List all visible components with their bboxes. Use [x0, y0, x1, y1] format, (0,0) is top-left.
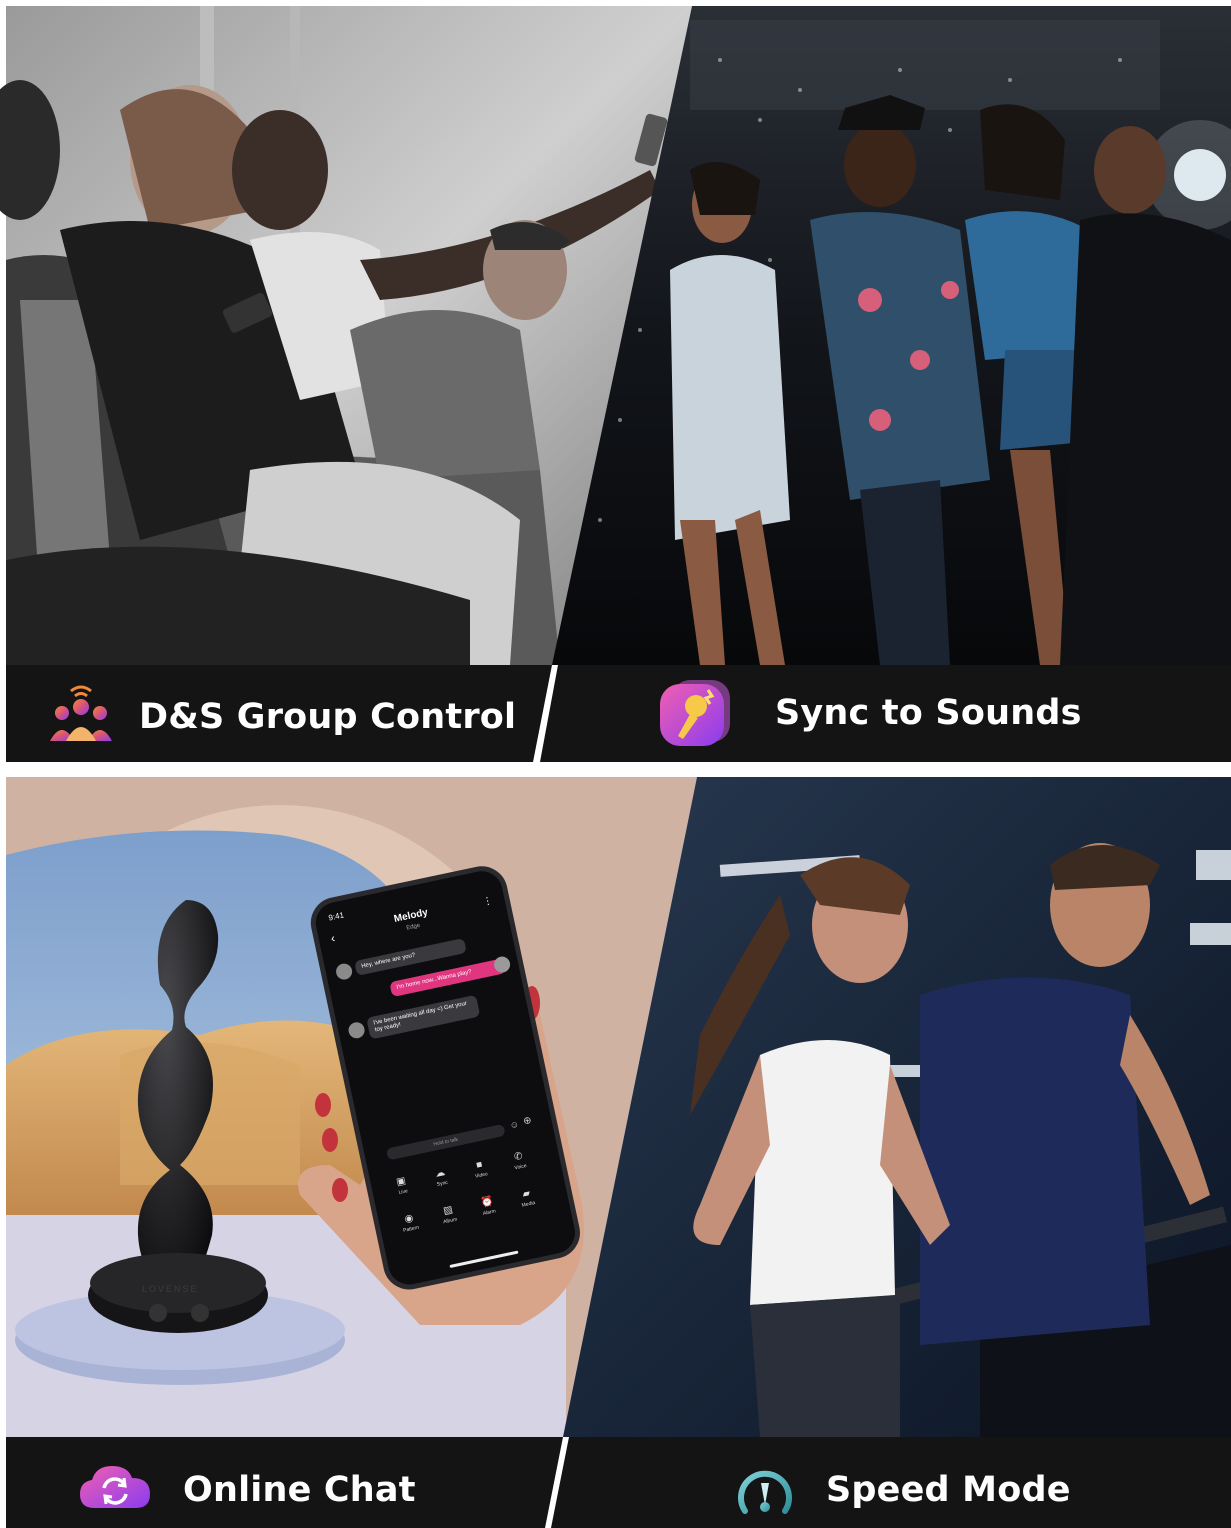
plus-icon[interactable]: ⊕ — [522, 1115, 532, 1128]
home-indicator — [449, 1250, 519, 1269]
chat-input[interactable]: Hold to talk — [385, 1123, 506, 1161]
photo-device-and-gym — [6, 777, 1231, 1437]
chat-action-video[interactable]: ■ Video — [461, 1156, 500, 1182]
panel-label-group-control: D&S Group Control — [139, 697, 517, 737]
status-bar-time: 9:41 — [327, 910, 345, 923]
chat-action-voice[interactable]: ✆ Voice — [500, 1148, 539, 1174]
speedometer-icon — [738, 1470, 792, 1514]
panel-label-online-chat: Online Chat — [183, 1470, 416, 1510]
chat-menu-icon[interactable]: ⋮ — [482, 895, 494, 908]
panel-label-speed-mode: Speed Mode — [826, 1470, 1071, 1510]
panel-label-sync-to-sounds: Sync to Sounds — [775, 693, 1082, 733]
photo-group-on-couch — [0, 6, 1231, 666]
chat-action-sync[interactable]: ☁ Sync — [421, 1164, 460, 1190]
chat-sync-icon — [80, 1466, 150, 1508]
group-control-icon — [50, 685, 112, 741]
chat-message-incoming: I've been waiting all day =) Get your to… — [366, 994, 481, 1040]
device-brand-logo: LOVENSE — [142, 1284, 199, 1294]
chat-action-album[interactable]: ▨ Album — [429, 1202, 468, 1228]
chat-action-live[interactable]: ▣ Live — [382, 1173, 421, 1199]
chat-action-media[interactable]: ▰ Media — [508, 1185, 547, 1211]
emoji-icon[interactable]: ☺ — [509, 1119, 520, 1131]
avatar — [347, 1020, 367, 1040]
avatar — [334, 962, 354, 982]
panel-bottom: 9:41 ‹ Melody Edge ⋮ Hey, where are you?… — [0, 765, 1231, 1528]
chat-action-pattern[interactable]: ◉ Pattern — [390, 1210, 429, 1236]
chat-action-alarm[interactable]: ⏰ Alarm — [468, 1193, 507, 1219]
microphone-sound-icon — [660, 680, 730, 746]
panel-group-control: D&S Group Control Sync to Sounds — [0, 0, 1231, 765]
